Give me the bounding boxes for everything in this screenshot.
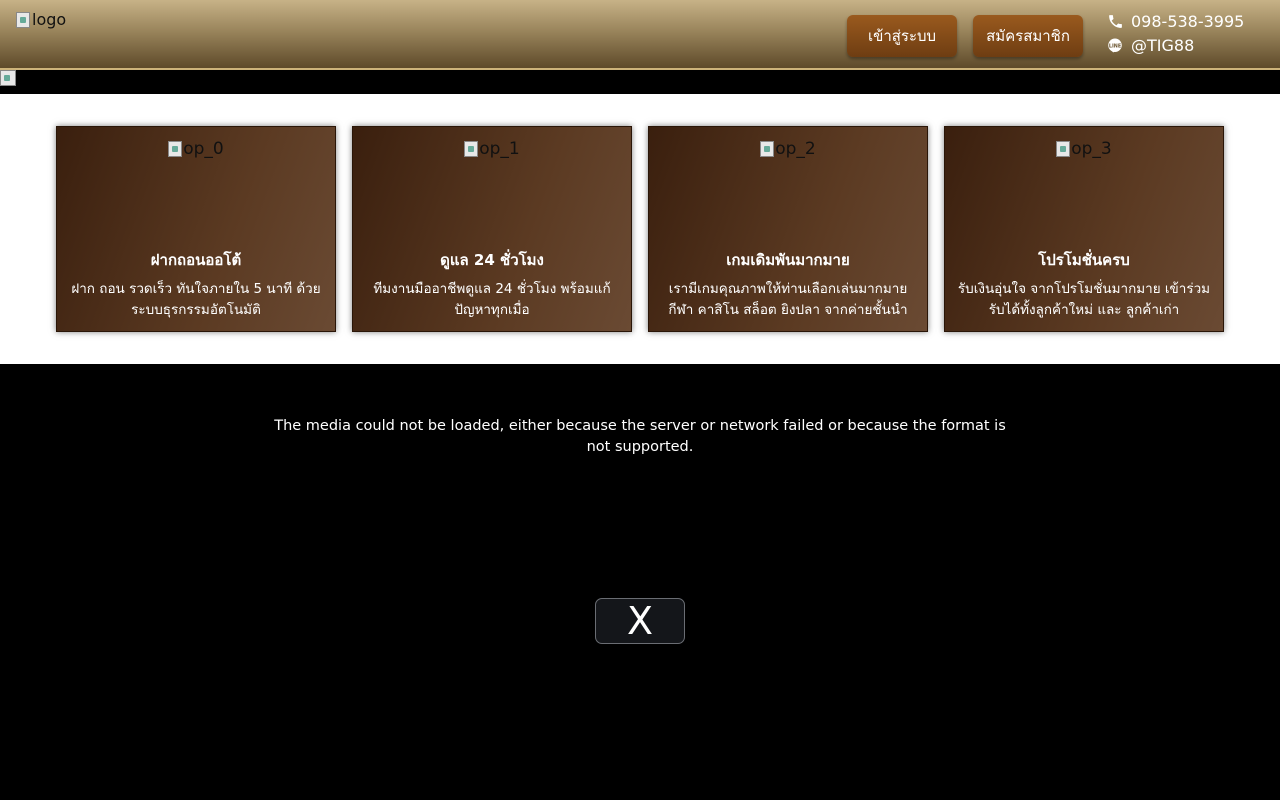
features-section: op_0 ฝากถอนออโต้ ฝาก ถอน รวดเร็ว ทันใจภา… <box>0 94 1280 364</box>
line-icon: LINE <box>1106 37 1124 55</box>
line-contact[interactable]: LINE @TIG88 <box>1106 36 1194 55</box>
banner <box>0 70 1280 94</box>
broken-image-icon <box>760 141 775 157</box>
feature-title: ฝากถอนออโต้ <box>150 251 242 269</box>
phone-icon <box>1106 13 1124 31</box>
feature-title: ดูแล 24 ชั่วโมง <box>440 251 544 269</box>
close-button[interactable]: X <box>595 598 685 644</box>
media-player: The media could not be loaded, either be… <box>0 364 1280 800</box>
feature-image-alt: op_2 <box>775 139 816 159</box>
feature-card: op_3 โปรโมชั่นครบ รับเงินอุ่นใจ จากโปรโม… <box>944 126 1224 332</box>
feature-image: op_2 <box>649 139 927 159</box>
feature-image: op_0 <box>57 139 335 159</box>
feature-image: op_3 <box>945 139 1223 159</box>
site-header: logo เข้าสู่ระบบ สมัครสมาชิก 098-538-399… <box>0 0 1280 70</box>
feature-card: op_1 ดูแล 24 ชั่วโมง ทีมงานมืออาชีพดูแล … <box>352 126 632 332</box>
phone-contact[interactable]: 098-538-3995 <box>1106 12 1244 31</box>
phone-number: 098-538-3995 <box>1131 12 1245 31</box>
feature-card: op_0 ฝากถอนออโต้ ฝาก ถอน รวดเร็ว ทันใจภา… <box>56 126 336 332</box>
feature-description: ฝาก ถอน รวดเร็ว ทันใจภายใน 5 นาที ด้วยระ… <box>71 281 321 318</box>
feature-title: เกมเดิมพันมากมาย <box>726 251 850 269</box>
feature-image-alt: op_3 <box>1071 139 1112 159</box>
logo-alt-text: logo <box>32 10 67 29</box>
feature-description: เรามีเกมคุณภาพให้ท่านเลือกเล่นมากมาย กีฬ… <box>668 281 908 318</box>
line-id: @TIG88 <box>1131 36 1195 55</box>
feature-image: op_1 <box>353 139 631 159</box>
broken-image-icon <box>0 70 16 86</box>
broken-image-icon <box>16 11 30 28</box>
logo[interactable]: logo <box>16 10 66 29</box>
feature-description: ทีมงานมืออาชีพดูแล 24 ชั่วโมง พร้อมแก้ปั… <box>373 281 611 318</box>
login-button[interactable]: เข้าสู่ระบบ <box>847 15 957 57</box>
feature-description: รับเงินอุ่นใจ จากโปรโมชั่นมากมาย เข้าร่ว… <box>957 281 1211 318</box>
broken-image-icon <box>464 141 479 157</box>
svg-text:LINE: LINE <box>1109 43 1121 49</box>
feature-card: op_2 เกมเดิมพันมากมาย เรามีเกมคุณภาพให้ท… <box>648 126 928 332</box>
feature-image-alt: op_0 <box>183 139 224 159</box>
broken-image-icon <box>168 141 183 157</box>
feature-title: โปรโมชั่นครบ <box>1038 251 1130 269</box>
feature-image-alt: op_1 <box>479 139 520 159</box>
media-error-message: The media could not be loaded, either be… <box>274 418 1006 455</box>
register-button[interactable]: สมัครสมาชิก <box>973 15 1083 57</box>
broken-image-icon <box>1056 141 1071 157</box>
